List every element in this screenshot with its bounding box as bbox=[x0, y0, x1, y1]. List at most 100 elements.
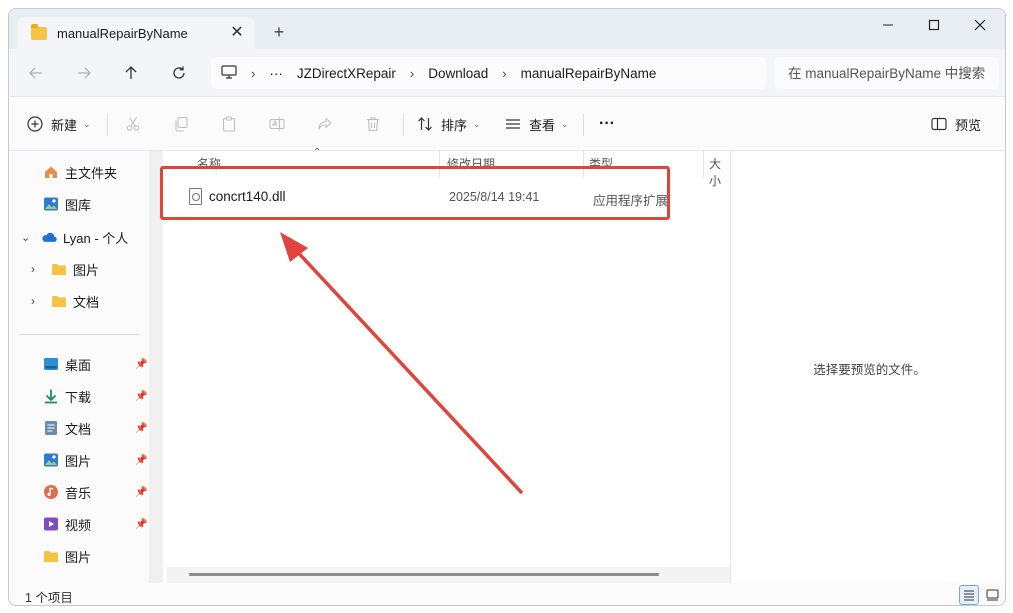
details-view-icon bbox=[964, 590, 974, 601]
annotation-highlight-box bbox=[160, 166, 670, 220]
sort-ascending-icon: ⌃ bbox=[313, 147, 322, 158]
sidebar-item-music[interactable]: 音乐 bbox=[43, 479, 91, 505]
rename-icon bbox=[269, 117, 285, 131]
new-button[interactable]: 新建 ⌄ bbox=[27, 110, 91, 138]
search-box[interactable] bbox=[774, 57, 999, 89]
navigation-pane: 主文件夹 图库 ⌄ Lyan - 个人 › 图片 › 文档 桌面 📌 下载 📌 … bbox=[9, 151, 149, 583]
sidebar-item-onedrive-pictures[interactable]: › 图片 bbox=[31, 256, 99, 282]
pin-icon[interactable]: 📌 bbox=[135, 423, 147, 434]
sidebar-item-label: 视频 bbox=[65, 517, 92, 533]
pin-icon[interactable]: 📌 bbox=[135, 487, 147, 498]
pictures-icon bbox=[43, 452, 59, 468]
copy-icon bbox=[175, 116, 188, 132]
view-button[interactable]: 查看 ⌄ bbox=[505, 110, 569, 138]
address-ellipsis[interactable]: ··· bbox=[269, 66, 283, 81]
delete-button[interactable] bbox=[365, 110, 381, 138]
breadcrumb-jzdirectxrepair[interactable]: JZDirectXRepair bbox=[297, 66, 396, 81]
cut-button[interactable] bbox=[125, 110, 141, 138]
close-window-button[interactable] bbox=[957, 9, 1003, 41]
view-list-icon bbox=[506, 119, 520, 129]
computer-icon[interactable] bbox=[221, 64, 237, 82]
sidebar-item-label: 图片 bbox=[65, 549, 92, 565]
refresh-button[interactable] bbox=[164, 59, 194, 87]
preview-pane-button[interactable]: 预览 bbox=[931, 110, 981, 138]
folder-icon bbox=[43, 548, 59, 564]
rename-button[interactable] bbox=[269, 110, 285, 138]
folder-icon bbox=[51, 293, 67, 309]
navigation-bar: › ··· JZDirectXRepair › Download › manua… bbox=[9, 49, 1005, 97]
back-button[interactable] bbox=[21, 59, 51, 87]
folder-icon bbox=[51, 261, 67, 277]
sort-button[interactable]: 排序 ⌄ bbox=[417, 110, 481, 138]
sort-button-label: 排序 bbox=[441, 117, 468, 133]
chevron-down-icon: ⌄ bbox=[83, 118, 91, 129]
up-arrow-icon bbox=[125, 66, 137, 79]
minimize-icon bbox=[883, 24, 893, 26]
video-icon bbox=[43, 516, 59, 532]
gallery-icon bbox=[43, 196, 59, 212]
chevron-down-icon: ⌄ bbox=[473, 118, 481, 129]
more-options-button[interactable]: ··· bbox=[599, 110, 615, 138]
maximize-button[interactable] bbox=[911, 9, 957, 41]
maximize-icon bbox=[928, 19, 940, 31]
preview-pane: 选择要预览的文件。 bbox=[730, 151, 1005, 583]
pin-icon[interactable]: 📌 bbox=[135, 519, 147, 530]
sidebar-item-desktop[interactable]: 桌面 bbox=[43, 351, 91, 377]
chevron-right-icon[interactable]: › bbox=[31, 294, 45, 308]
sidebar-item-label: 文档 bbox=[65, 421, 92, 437]
trash-icon bbox=[367, 117, 379, 132]
up-button[interactable] bbox=[116, 59, 146, 87]
chevron-right-icon[interactable]: › bbox=[31, 262, 45, 276]
sidebar-item-label: 音乐 bbox=[65, 485, 92, 501]
paste-button[interactable] bbox=[221, 110, 237, 138]
sidebar-item-pictures-folder[interactable]: 图片 bbox=[43, 543, 91, 569]
pin-icon[interactable]: 📌 bbox=[135, 359, 147, 370]
column-header-size[interactable]: 大小 bbox=[709, 155, 730, 188]
chevron-right-icon[interactable]: › bbox=[410, 66, 414, 81]
toolbar-divider bbox=[107, 114, 108, 136]
close-tab-icon[interactable]: ✕ bbox=[227, 23, 247, 43]
sort-icon bbox=[418, 117, 432, 131]
sidebar-item-videos[interactable]: 视频 bbox=[43, 511, 91, 537]
sidebar-item-pictures[interactable]: 图片 bbox=[43, 447, 91, 473]
search-input[interactable] bbox=[788, 65, 993, 81]
toolbar-divider bbox=[583, 114, 584, 136]
sidebar-item-downloads[interactable]: 下载 bbox=[43, 383, 91, 409]
column-divider[interactable] bbox=[703, 151, 704, 177]
back-arrow-icon bbox=[29, 67, 42, 79]
forward-button[interactable] bbox=[69, 59, 99, 87]
sidebar-item-label: 图片 bbox=[65, 453, 92, 469]
preview-message: 选择要预览的文件。 bbox=[813, 363, 926, 377]
title-bar: manualRepairByName ✕ + bbox=[9, 9, 1005, 49]
music-icon bbox=[43, 484, 59, 500]
pin-icon[interactable]: 📌 bbox=[135, 391, 147, 402]
sidebar-item-documents[interactable]: 文档 bbox=[43, 415, 91, 441]
chevron-right-icon[interactable]: › bbox=[251, 66, 255, 81]
chevron-right-icon[interactable]: › bbox=[502, 66, 506, 81]
tiles-view-button[interactable] bbox=[982, 585, 1002, 605]
chevron-down-icon[interactable]: ⌄ bbox=[21, 231, 35, 244]
details-view-button[interactable] bbox=[959, 585, 979, 605]
download-icon bbox=[43, 388, 59, 404]
sidebar-item-gallery[interactable]: 图库 bbox=[43, 191, 91, 217]
horizontal-scrollbar-thumb[interactable] bbox=[189, 573, 659, 576]
address-bar[interactable]: › ··· JZDirectXRepair › Download › manua… bbox=[211, 57, 766, 89]
tab-manualrepairbyname[interactable]: manualRepairByName ✕ bbox=[17, 17, 255, 49]
sidebar-divider bbox=[19, 334, 139, 335]
new-tab-button[interactable]: + bbox=[267, 21, 291, 45]
copy-button[interactable] bbox=[173, 110, 189, 138]
sidebar-item-home[interactable]: 主文件夹 bbox=[43, 159, 117, 185]
sidebar-item-label: 图库 bbox=[65, 197, 92, 213]
onedrive-cloud-icon bbox=[41, 229, 57, 245]
sidebar-item-label: 文档 bbox=[73, 294, 100, 310]
share-icon bbox=[318, 117, 332, 130]
sidebar-item-onedrive[interactable]: ⌄ Lyan - 个人 bbox=[21, 224, 128, 250]
home-icon bbox=[43, 164, 59, 180]
minimize-button[interactable] bbox=[865, 9, 911, 41]
breadcrumb-download[interactable]: Download bbox=[428, 66, 488, 81]
breadcrumb-manualrepairbyname[interactable]: manualRepairByName bbox=[521, 66, 657, 81]
pin-icon[interactable]: 📌 bbox=[135, 455, 147, 466]
share-button[interactable] bbox=[317, 110, 333, 138]
tab-title: manualRepairByName bbox=[57, 25, 188, 41]
sidebar-item-onedrive-documents[interactable]: › 文档 bbox=[31, 288, 99, 314]
